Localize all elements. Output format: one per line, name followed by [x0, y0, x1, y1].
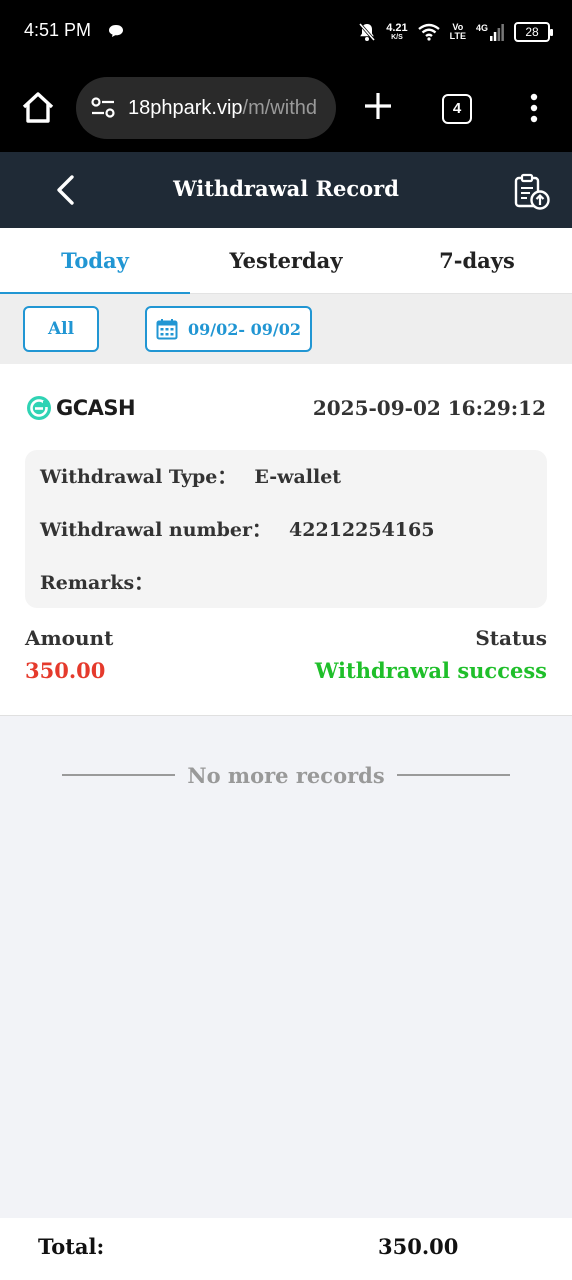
payment-method: GCASH — [26, 395, 136, 421]
date-tabs: Today Yesterday 7-days — [0, 228, 572, 295]
gcash-logo-icon — [27, 396, 51, 420]
wifi-icon — [417, 23, 440, 41]
withdrawal-type-label: Withdrawal Type： — [40, 466, 237, 488]
status-time: 4:51 PM — [24, 20, 92, 40]
bell-muted-icon — [359, 23, 376, 41]
tab-7-days[interactable]: 7-days — [382, 228, 572, 294]
remarks-label: Remarks： — [40, 572, 154, 594]
clipboard-upload-icon[interactable] — [512, 172, 552, 212]
url-path: /m/withd — [242, 96, 317, 119]
divider-left — [62, 774, 176, 776]
status-bar: 4:51 PM 4.21 K/S Vo LTE 4G 28 — [0, 0, 572, 64]
no-more-records-text: No more records — [187, 762, 385, 788]
total-footer: Total: 350.00 — [0, 1218, 572, 1280]
record-datetime: 2025-09-02 16:29:12 — [312, 396, 546, 420]
menu-dots-icon[interactable] — [524, 92, 544, 124]
app-header: Withdrawal Record — [0, 152, 572, 228]
cell-signal: 4G — [476, 23, 504, 41]
calendar-icon — [156, 319, 178, 340]
no-more-records: No more records — [62, 758, 511, 792]
filter-row: All 09/02- 09/02 — [0, 294, 572, 364]
divider-right — [396, 774, 511, 776]
payment-method-name: GCASH — [56, 396, 136, 420]
status-icons: 4.21 K/S Vo LTE 4G 28 — [358, 18, 553, 46]
plus-icon[interactable] — [362, 90, 394, 122]
withdrawal-type-row: Withdrawal Type： E-wallet — [40, 462, 341, 489]
network-speed-unit: K/S — [391, 34, 403, 41]
browser-toolbar: 18phpark.vip/m/withd 4 — [0, 64, 572, 152]
battery-icon: 28 — [514, 22, 553, 42]
amount-value: 350.00 — [25, 658, 106, 683]
withdrawal-number-label: Withdrawal number： — [40, 519, 272, 541]
network-speed: 4.21 K/S — [386, 22, 408, 42]
page-title: Withdrawal Record — [173, 176, 399, 201]
date-range-label: 09/02- 09/02 — [188, 319, 301, 339]
filter-all-button[interactable]: All — [23, 306, 99, 352]
site-settings-icon[interactable] — [90, 96, 116, 120]
url-text: 18phpark.vip/m/withd — [128, 97, 317, 120]
date-range-button[interactable]: 09/02- 09/02 — [145, 306, 312, 352]
chat-bubble-icon — [109, 25, 123, 37]
tab-today[interactable]: Today — [0, 228, 190, 295]
address-bar[interactable]: 18phpark.vip/m/withd — [76, 77, 336, 139]
volte-indicator: Vo LTE — [450, 23, 466, 41]
url-host: 18phpark.vip — [128, 96, 243, 119]
tab-yesterday[interactable]: Yesterday — [191, 228, 381, 294]
withdrawal-type-value: E-wallet — [254, 466, 342, 488]
status-label: Status — [475, 626, 547, 650]
network-speed-value: 4.21 — [386, 22, 408, 34]
record-details: Withdrawal Type： E-wallet Withdrawal numb… — [25, 450, 547, 608]
total-value: 350.00 — [378, 1234, 459, 1259]
total-label: Total: — [38, 1234, 105, 1259]
signal-icon — [490, 24, 504, 41]
home-icon[interactable] — [20, 90, 56, 126]
withdrawal-number-value: 42212254165 — [289, 519, 435, 541]
remarks-row: Remarks： — [40, 568, 171, 595]
withdrawal-record-card[interactable]: GCASH 2025-09-02 16:29:12 Withdrawal Typ… — [0, 364, 572, 716]
tab-switcher-button[interactable]: 4 — [442, 94, 472, 124]
withdrawal-number-row: Withdrawal number： 42212254165 — [40, 515, 434, 542]
status-value: Withdrawal success — [314, 658, 547, 683]
volte-bottom: LTE — [449, 31, 466, 41]
amount-label: Amount — [25, 626, 114, 650]
network-type: 4G — [475, 23, 488, 33]
